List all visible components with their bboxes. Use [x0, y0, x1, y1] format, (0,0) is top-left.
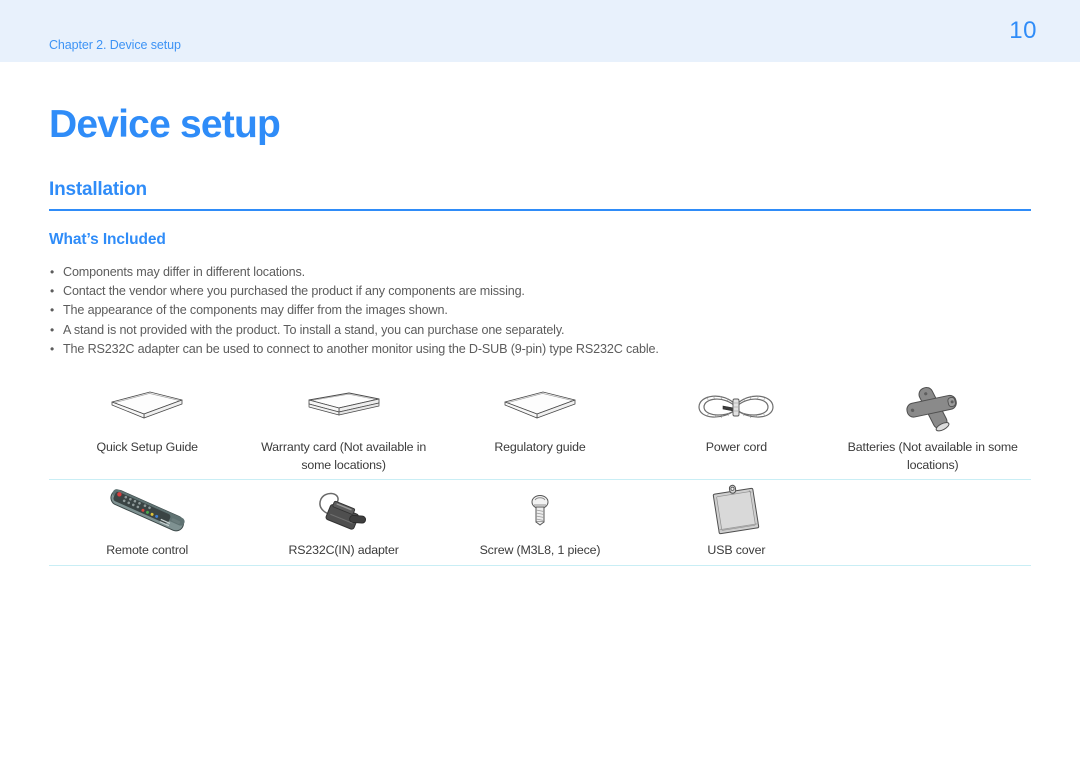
notes-list: Components may differ in different locat… [49, 263, 1031, 360]
component-rs232c-adapter: RS232C(IN) adapter [245, 480, 441, 560]
batteries-icon [893, 385, 973, 432]
component-label: Remote control [106, 543, 189, 558]
section-divider [49, 208, 1031, 211]
component-label: RS232C(IN) adapter [288, 543, 399, 558]
section-heading-installation: Installation [49, 178, 147, 200]
component-label: Screw (M3L8, 1 piece) [479, 543, 601, 558]
component-usb-cover: USB cover [638, 480, 834, 560]
component-batteries: Batteries (Not available in some locatio… [835, 377, 1031, 474]
component-label: Regulatory guide [494, 440, 586, 455]
quick-setup-guide-icon [106, 385, 188, 431]
breadcrumb-chapter: Chapter 2. Device setup [49, 38, 181, 52]
component-quick-setup-guide: Quick Setup Guide [49, 377, 245, 474]
usb-cover-icon [706, 485, 766, 535]
screw-icon [523, 488, 557, 534]
subsection-heading-whats-included: What’s Included [49, 230, 166, 248]
page-body: Device setup Installation What’s Include… [0, 103, 1080, 566]
power-cord-icon [693, 385, 779, 431]
regulatory-guide-icon [499, 385, 581, 431]
component-label: Warranty card (Not available in some loc… [261, 440, 427, 472]
components-grid: Quick Setup Guide Warranty card (Not ava… [49, 377, 1031, 566]
remote-control-icon [97, 488, 197, 534]
rs232c-adapter-icon [305, 488, 383, 534]
component-label: Batteries (Not available in some locatio… [847, 440, 1018, 472]
component-power-cord: Power cord [638, 377, 834, 474]
component-label: Power cord [705, 440, 767, 455]
component-warranty-card: Warranty card (Not available in some loc… [245, 377, 441, 474]
page-header: Chapter 2. Device setup 10 [0, 0, 1080, 62]
list-item: The RS232C adapter can be used to connec… [49, 340, 1031, 360]
list-item: Components may differ in different locat… [49, 263, 1031, 283]
list-item: Contact the vendor where you purchased t… [49, 282, 1031, 302]
components-row: Remote control RS232C(IN) adapter Screw … [49, 480, 1031, 566]
list-item: A stand is not provided with the product… [49, 321, 1031, 341]
list-item: The appearance of the components may dif… [49, 301, 1031, 321]
warranty-card-icon [301, 385, 387, 431]
component-label: USB cover [707, 543, 766, 558]
component-empty-slot [835, 480, 1031, 560]
page-title: Device setup [49, 103, 281, 146]
component-screw: Screw (M3L8, 1 piece) [442, 480, 638, 560]
page-number: 10 [1009, 17, 1037, 44]
component-label: Quick Setup Guide [96, 440, 198, 455]
component-remote-control: Remote control [49, 480, 245, 560]
component-regulatory-guide: Regulatory guide [442, 377, 638, 474]
components-row: Quick Setup Guide Warranty card (Not ava… [49, 377, 1031, 481]
